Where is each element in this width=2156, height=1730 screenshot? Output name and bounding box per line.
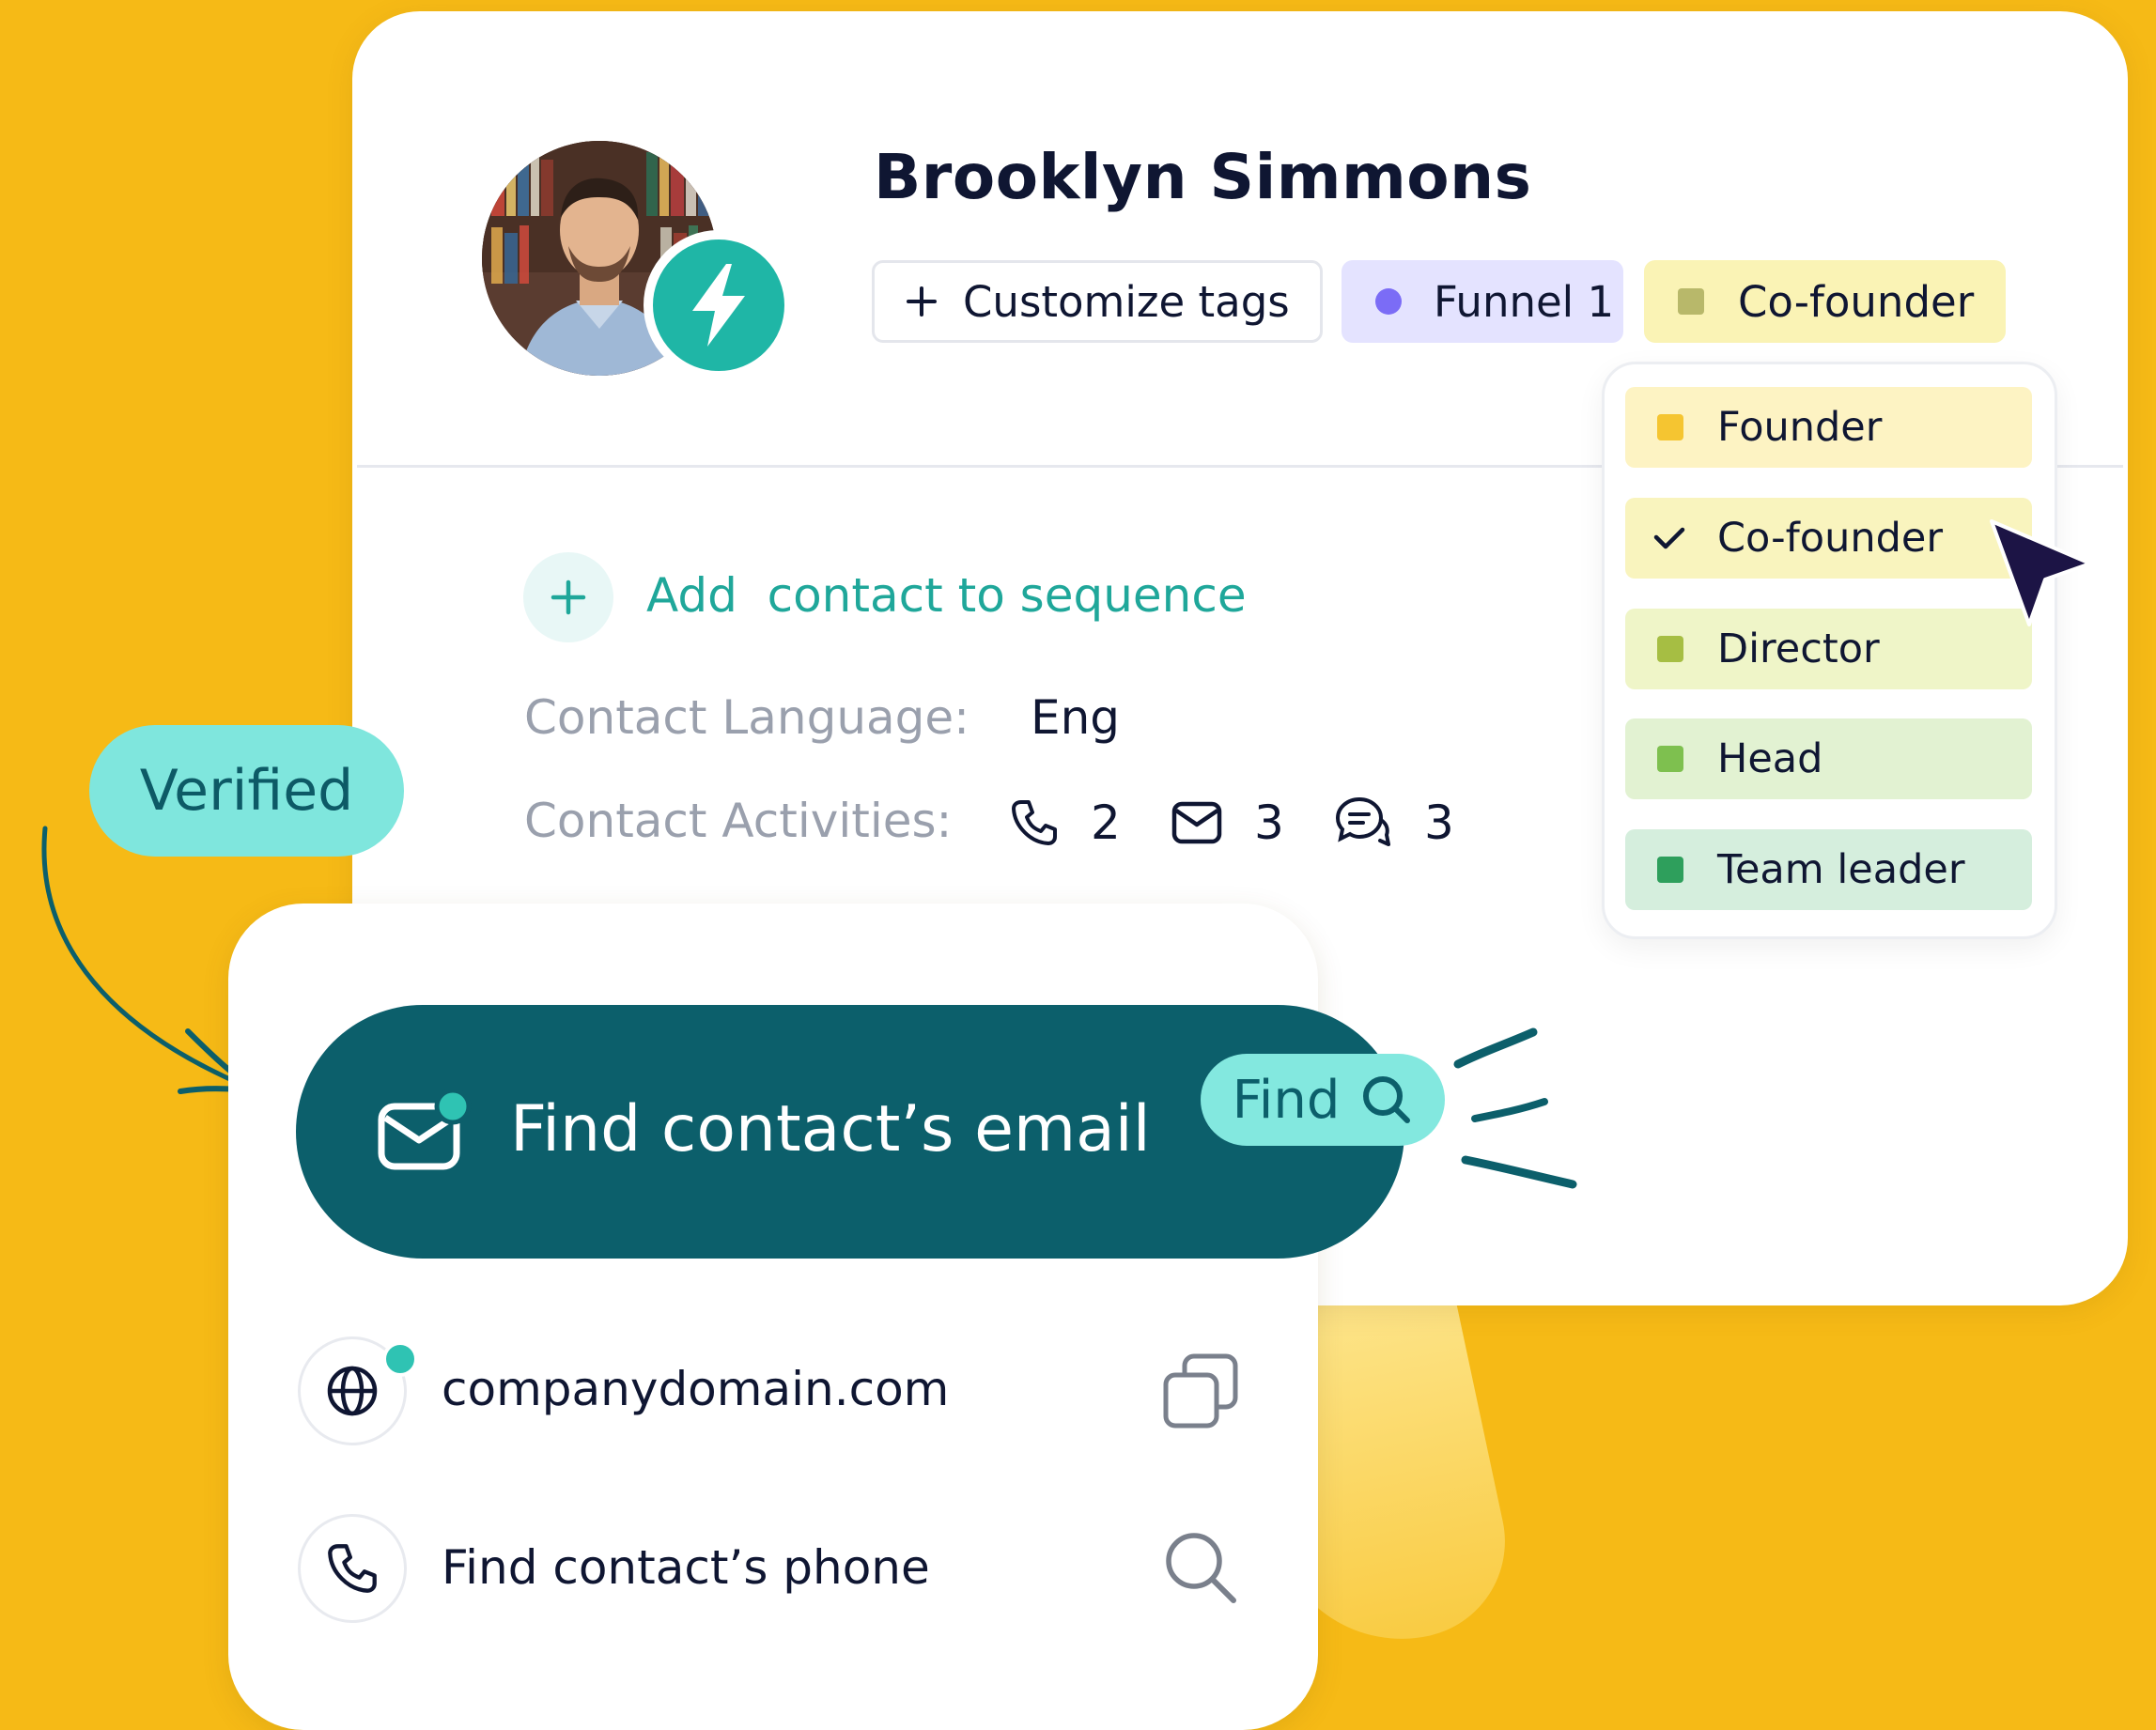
head-square-icon (1657, 746, 1683, 772)
dropdown-item-label: Head (1717, 735, 1823, 782)
emails-count: 3 (1171, 792, 1284, 854)
chat-bubbles-icon (1335, 796, 1390, 846)
phone-icon (328, 1544, 377, 1593)
plus-icon (907, 286, 937, 317)
cursor-icon (1990, 519, 2092, 626)
dropdown-item-co-founder[interactable]: Co-founder (1625, 498, 2032, 579)
spark-lines-icon (1453, 1027, 1577, 1189)
founder-square-icon (1657, 414, 1683, 440)
emails-count-value: 3 (1254, 795, 1284, 850)
status-dot (382, 1341, 418, 1377)
customize-tags-label: Customize tags (963, 276, 1290, 327)
find-phone-label: Find contact’s phone (442, 1540, 930, 1595)
funnel-tag-label: Funnel 1 (1434, 276, 1615, 327)
messages-count: 3 (1334, 792, 1454, 854)
globe-icon (327, 1366, 378, 1416)
add-to-sequence-button[interactable] (523, 552, 613, 642)
dropdown-item-team-leader[interactable]: Team leader (1625, 829, 2032, 910)
messages-count-value: 3 (1424, 795, 1454, 850)
contact-language-label: Contact Language: (524, 690, 970, 745)
calls-count: 2 (1010, 792, 1121, 854)
funnel-dot-icon (1375, 288, 1402, 315)
check-icon (1653, 526, 1687, 550)
find-button[interactable]: Find (1201, 1054, 1445, 1146)
lightning-icon (692, 264, 745, 347)
mail-icon (1171, 801, 1222, 844)
funnel-tag[interactable]: Funnel 1 (1342, 260, 1623, 343)
search-icon[interactable] (1162, 1529, 1239, 1606)
team-leader-square-icon (1657, 857, 1683, 883)
copy-icon[interactable] (1162, 1352, 1239, 1429)
dropdown-item-founder[interactable]: Founder (1625, 387, 2032, 468)
calls-count-value: 2 (1091, 795, 1121, 850)
dropdown-item-label: Team leader (1717, 846, 1965, 893)
director-square-icon (1657, 636, 1683, 662)
mail-notification-icon (378, 1089, 472, 1170)
add-to-sequence-link[interactable]: Add contact to sequence (646, 568, 1247, 623)
find-button-label: Find (1232, 1069, 1341, 1131)
contact-activities-label: Contact Activities: (524, 794, 953, 848)
find-email-label: Find contact’s email (510, 1092, 1151, 1166)
phone-icon (1012, 800, 1057, 845)
contact-name: Brooklyn Simmons (874, 141, 1532, 213)
dropdown-item-label: Director (1717, 626, 1880, 672)
dropdown-item-label: Founder (1717, 404, 1883, 451)
dropdown-item-head[interactable]: Head (1625, 718, 2032, 799)
dropdown-item-director[interactable]: Director (1625, 609, 2032, 689)
customize-tags-button[interactable]: Customize tags (872, 260, 1323, 343)
role-tag-label: Co-founder (1738, 276, 1975, 327)
role-square-icon (1678, 288, 1704, 315)
search-icon (1363, 1076, 1411, 1123)
contact-language-value: Eng (1031, 690, 1121, 745)
lightning-badge (644, 230, 794, 380)
role-tag[interactable]: Co-founder (1644, 260, 2006, 343)
phone-icon-wrap (298, 1514, 407, 1623)
dropdown-item-label: Co-founder (1717, 515, 1944, 562)
plus-icon (551, 579, 586, 615)
company-domain-text: companydomain.com (442, 1362, 950, 1416)
